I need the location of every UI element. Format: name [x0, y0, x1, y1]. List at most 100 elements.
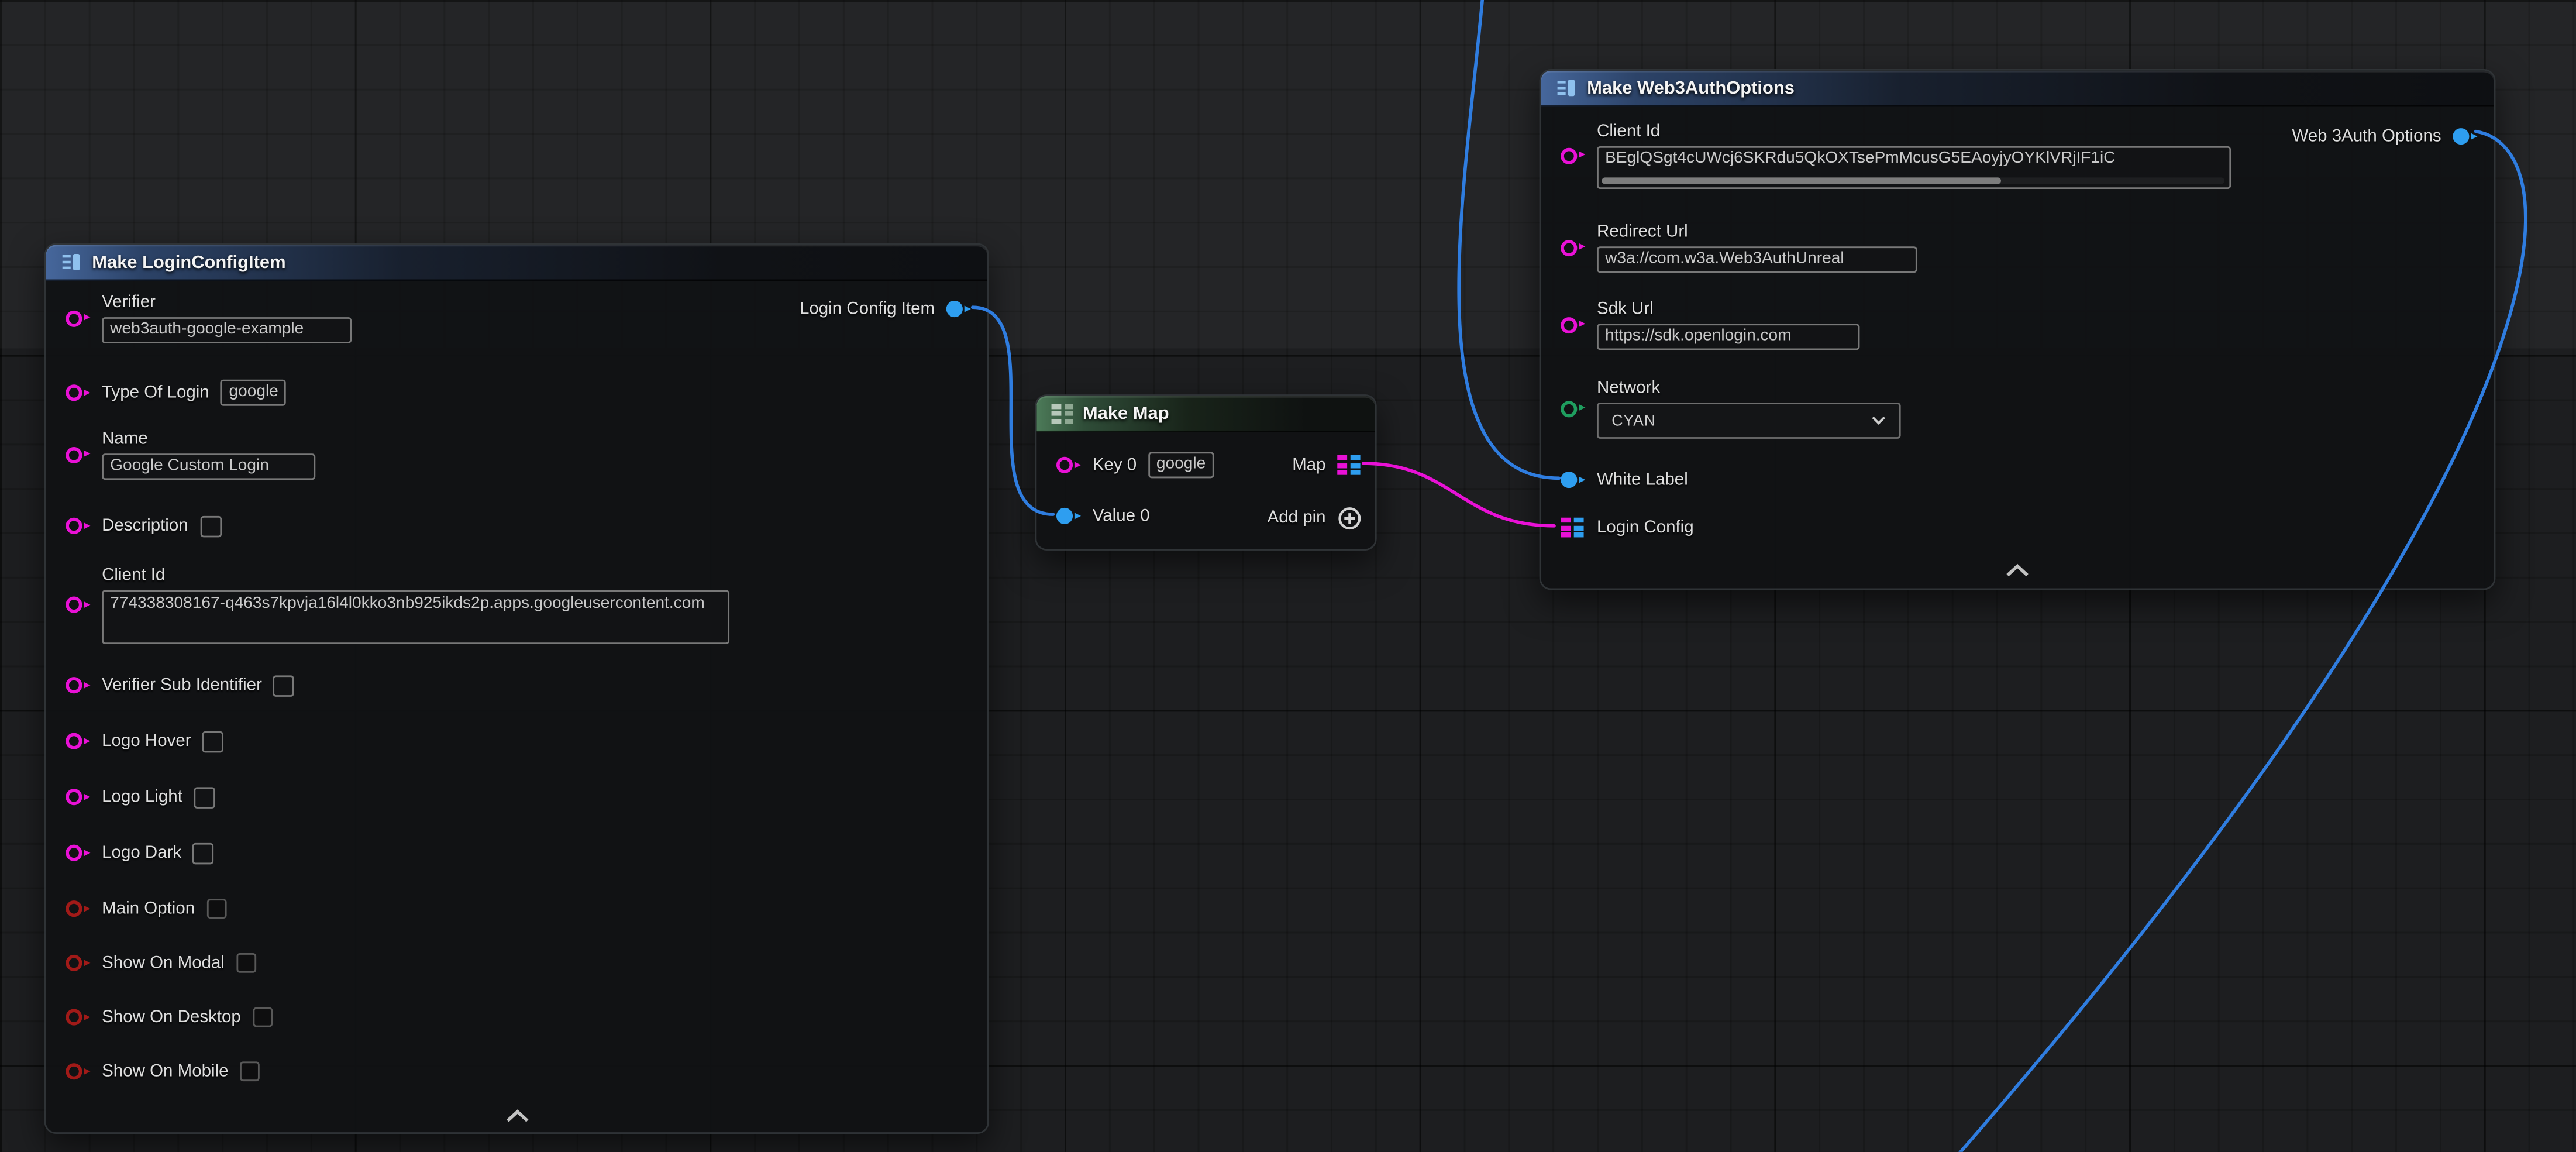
output-pin-label: Web 3Auth Options	[2292, 126, 2441, 147]
key-0-label: Key 0	[1093, 455, 1137, 476]
show-on-mobile-label: Show On Mobile	[102, 1061, 228, 1082]
pin-logo-light[interactable]	[66, 787, 90, 807]
verifier-input[interactable]: web3auth-google-example	[102, 317, 352, 343]
network-selected-value: CYAN	[1611, 412, 1656, 430]
pin-name[interactable]	[66, 445, 90, 465]
pin-type-of-login[interactable]	[66, 383, 90, 403]
pin-redirect-url[interactable]	[1561, 238, 1585, 257]
pin-network[interactable]	[1561, 398, 1585, 418]
pin-row-client-id: Client Id 774338308167-q463s7kpvja16l4l0…	[66, 565, 729, 644]
name-label: Name	[102, 429, 315, 451]
pin-row-login-config: Login Config	[1561, 513, 1693, 542]
pin-row-description: Description	[66, 511, 221, 541]
pin-description[interactable]	[66, 516, 90, 536]
redirect-url-input[interactable]: w3a://com.w3a.Web3AuthUnreal	[1597, 246, 1917, 273]
node-header-make-web3authoptions[interactable]: Make Web3AuthOptions	[1541, 71, 2494, 107]
main-option-label: Main Option	[102, 898, 195, 920]
pin-login-config[interactable]	[1561, 518, 1585, 538]
add-pin-row: Add pin	[1268, 503, 1362, 532]
pin-value-0[interactable]	[1056, 506, 1081, 526]
client-id-label: Client Id	[102, 565, 729, 587]
output-pin-label: Login Config Item	[800, 298, 935, 320]
pin-row-logo-light: Logo Light	[66, 782, 215, 812]
add-pin-button[interactable]	[1337, 505, 1362, 530]
pin-row-show-on-modal: Show On Modal	[66, 948, 256, 978]
pin-row-redirect-url: Redirect Url w3a://com.w3a.Web3AuthUnrea…	[1561, 222, 1917, 273]
pin-key-0[interactable]	[1056, 455, 1081, 475]
pin-main-option[interactable]	[66, 899, 90, 919]
node-title: Make Web3AuthOptions	[1587, 78, 1795, 98]
show-on-desktop-checkbox[interactable]	[253, 1007, 273, 1027]
pin-row-key-0: Key 0 google	[1056, 451, 1214, 480]
collapse-node-button[interactable]	[504, 1109, 530, 1122]
pin-verifier-sub-identifier[interactable]	[66, 675, 90, 695]
pin-show-on-desktop[interactable]	[66, 1007, 90, 1027]
node-make-map[interactable]: Make Map Key 0 google Value 0 Map Add pi…	[1035, 394, 1376, 551]
add-pin-label: Add pin	[1268, 507, 1326, 528]
show-on-modal-checkbox[interactable]	[236, 953, 256, 973]
logo-hover-label: Logo Hover	[102, 730, 191, 752]
pin-row-verifier: Verifier web3auth-google-example	[66, 293, 352, 343]
pin-row-client-id: Client Id BEglQSgt4cUWcj6SKRdu5QkOXTsePm…	[1561, 122, 2231, 189]
pin-row-value-0: Value 0	[1056, 501, 1150, 531]
pin-row-output: Login Config Item	[800, 294, 971, 324]
node-header-make-map[interactable]: Make Map	[1036, 396, 1375, 432]
pin-client-id[interactable]	[66, 595, 90, 615]
pin-row-show-on-desktop: Show On Desktop	[66, 1002, 272, 1032]
pin-row-white-label: White Label	[1561, 465, 1688, 495]
pin-row-output: Web 3Auth Options	[2292, 122, 2477, 152]
show-on-mobile-checkbox[interactable]	[240, 1061, 260, 1081]
pin-row-network: Network CYAN	[1561, 378, 1900, 439]
name-input[interactable]: Google Custom Login	[102, 453, 315, 480]
make-map-icon	[1052, 404, 1073, 424]
main-option-checkbox[interactable]	[206, 899, 226, 919]
map-output-label: Map	[1292, 455, 1325, 476]
pin-verifier[interactable]	[66, 308, 90, 328]
collapse-node-button[interactable]	[2005, 563, 2031, 576]
redirect-url-label: Redirect Url	[1597, 222, 1917, 243]
client-id-input[interactable]: 774338308167-q463s7kpvja16l4l0kko3nb925i…	[102, 590, 729, 644]
sdk-url-input[interactable]: https://sdk.openlogin.com	[1597, 324, 1859, 350]
show-on-modal-label: Show On Modal	[102, 952, 225, 974]
logo-light-input[interactable]	[194, 786, 216, 808]
pin-web3auth-options-output[interactable]	[2453, 126, 2477, 146]
client-id-label: Client Id	[1597, 122, 2231, 143]
logo-dark-input[interactable]	[193, 842, 215, 864]
pin-map-output[interactable]	[1337, 455, 1362, 475]
client-id-input[interactable]: BEglQSgt4cUWcj6SKRdu5QkOXTsePmMcusG5EAoy…	[1597, 146, 2231, 189]
description-input[interactable]	[199, 515, 221, 537]
verifier-sub-identifier-input[interactable]	[274, 675, 295, 696]
node-title: Make LoginConfigItem	[92, 252, 285, 272]
pin-sdk-url[interactable]	[1561, 315, 1585, 335]
pin-logo-hover[interactable]	[66, 731, 90, 751]
pin-row-type-of-login: Type Of Login google	[66, 378, 287, 408]
blueprint-graph-canvas[interactable]: Make LoginConfigItem Login Config Item V…	[0, 0, 2576, 1152]
pin-logo-dark[interactable]	[66, 843, 90, 863]
pin-row-main-option: Main Option	[66, 894, 226, 924]
pin-client-id[interactable]	[1561, 146, 1585, 166]
node-title: Make Map	[1083, 404, 1169, 424]
client-id-scrollbar[interactable]	[1602, 177, 2000, 184]
pin-row-logo-hover: Logo Hover	[66, 726, 223, 756]
make-struct-icon	[61, 252, 82, 273]
show-on-desktop-label: Show On Desktop	[102, 1006, 241, 1028]
pin-show-on-mobile[interactable]	[66, 1061, 90, 1081]
pin-white-label[interactable]	[1561, 470, 1585, 490]
network-dropdown[interactable]: CYAN	[1597, 403, 1901, 439]
pin-login-config-item-output[interactable]	[946, 299, 971, 319]
logo-light-label: Logo Light	[102, 786, 182, 808]
verifier-sub-identifier-label: Verifier Sub Identifier	[102, 675, 262, 696]
description-label: Description	[102, 515, 188, 537]
login-config-label: Login Config	[1597, 517, 1694, 538]
type-of-login-input[interactable]: google	[221, 380, 286, 406]
key-0-input[interactable]: google	[1148, 452, 1214, 478]
chevron-down-icon	[1871, 416, 1886, 426]
pin-row-name: Name Google Custom Login	[66, 429, 315, 480]
pin-row-show-on-mobile: Show On Mobile	[66, 1057, 260, 1086]
node-make-loginconfigitem[interactable]: Make LoginConfigItem Login Config Item V…	[44, 243, 989, 1134]
pin-show-on-modal[interactable]	[66, 953, 90, 973]
node-header-make-loginconfigitem[interactable]: Make LoginConfigItem	[46, 245, 987, 281]
value-0-label: Value 0	[1093, 505, 1150, 527]
node-make-web3authoptions[interactable]: Make Web3AuthOptions Web 3Auth Options C…	[1540, 69, 2496, 590]
logo-hover-input[interactable]	[202, 730, 224, 752]
